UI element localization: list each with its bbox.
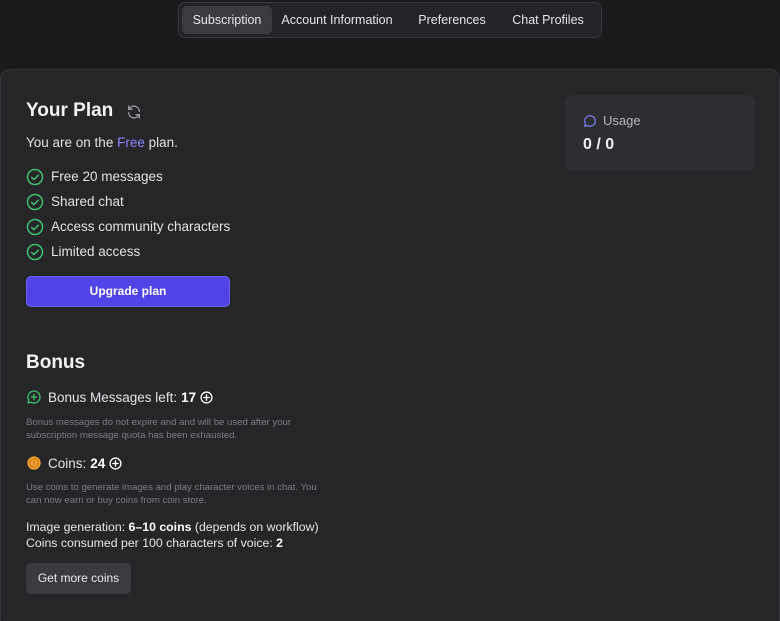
plus-message-icon [27,390,41,404]
tab-chat-profiles[interactable]: Chat Profiles [502,6,594,34]
feature-item: Free 20 messages [26,164,230,189]
check-circle-icon [26,243,44,260]
bonus-messages-row: Bonus Messages left: 17 [26,389,213,405]
bonus-title: Bonus [26,352,86,373]
usage-card: Usage 0 / 0 [565,95,755,171]
feature-item: Shared chat [26,189,230,214]
tab-preferences[interactable]: Preferences [402,6,502,34]
plan-title: Your Plan [26,100,114,121]
tab-subscription[interactable]: Subscription [182,6,272,34]
get-more-coins-button[interactable]: Get more coins [26,563,131,594]
check-circle-icon [26,193,44,210]
feature-item: Limited access [26,239,230,264]
tab-account-information[interactable]: Account Information [272,6,402,34]
subscription-panel: Your Plan You are on the Free plan. Free… [0,69,780,621]
bonus-messages-note: Bonus messages do not expire and and wil… [26,417,292,441]
feature-item: Access community characters [26,214,230,239]
usage-label: Usage [583,113,641,128]
chat-bubble-icon [584,114,596,127]
upgrade-plan-button[interactable]: Upgrade plan [26,276,230,307]
plan-features: Free 20 messages Shared chat Access comm… [26,164,230,264]
settings-tabs: Subscription Account Information Prefere… [178,2,602,38]
refresh-icon[interactable] [126,104,142,120]
add-circle-icon[interactable] [200,390,213,404]
coins-note: Use coins to generate images and play ch… [26,482,317,506]
usage-value: 0 / 0 [583,136,615,153]
plan-name: Free [117,135,145,150]
coin-icon [27,456,41,470]
check-circle-icon [26,168,44,185]
check-circle-icon [26,218,44,235]
coins-row: Coins: 24 [26,455,122,471]
bonus-messages-count: 17 [181,389,197,405]
voice-cost: Coins consumed per 100 characters of voi… [26,536,284,550]
image-generation-cost: Image generation: 6–10 coins (depends on… [26,520,319,534]
current-plan-text: You are on the Free plan. [26,135,178,150]
coins-count: 24 [90,455,106,471]
add-circle-icon[interactable] [109,456,122,470]
